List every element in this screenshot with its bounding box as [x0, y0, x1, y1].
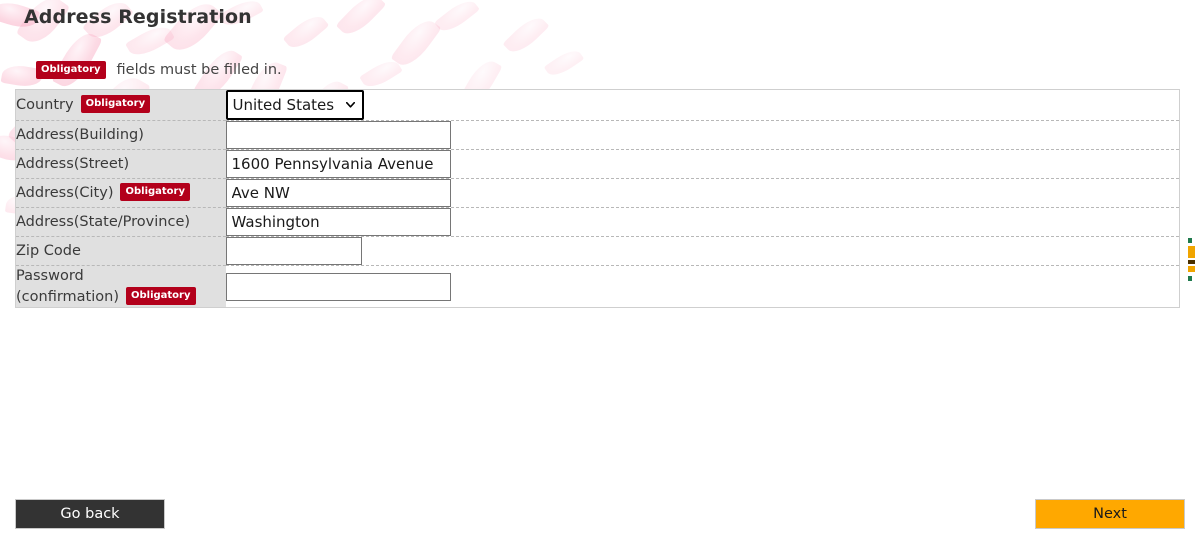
address-state-province-input[interactable]: [225, 208, 451, 236]
label-cell-password-confirmation: Password (confirmation) Obligatory: [15, 264, 226, 308]
select-wrapper-country: United States: [225, 90, 364, 120]
petal-shape: [359, 55, 403, 93]
field-cell-address-state-province: [225, 207, 1180, 237]
form-row: Zip Code: [15, 236, 1180, 266]
address-building-input[interactable]: [225, 121, 451, 149]
field-label: Zip Code: [16, 242, 81, 259]
field-label: Address(State/Province): [16, 213, 191, 230]
label-cell-address-city: Address(City) Obligatory: [15, 178, 226, 208]
petal-shape: [51, 27, 103, 93]
petal-shape: [282, 10, 330, 54]
field-cell-address-street: [225, 149, 1180, 179]
field-label: Country: [16, 96, 74, 113]
address-registration-form: Country Obligatory United States Address(Bu…: [15, 89, 1180, 309]
next-button[interactable]: Next: [1035, 499, 1185, 529]
obligatory-badge: Obligatory: [36, 61, 106, 79]
label-cell-address-building: Address(Building): [15, 120, 226, 150]
petal-shape: [502, 11, 550, 59]
petal-shape: [390, 14, 442, 72]
field-cell-address-building: [225, 120, 1180, 150]
obligatory-notice: Obligatory fields must be filled in.: [36, 61, 282, 79]
clipped-edge-widget[interactable]: [1188, 238, 1195, 282]
obligatory-badge: Obligatory: [120, 182, 191, 201]
field-label: Address(Building): [16, 126, 144, 143]
page-root: Address Registration Obligatory fields m…: [0, 0, 1195, 548]
obligatory-badge: Obligatory: [80, 94, 151, 113]
form-row: Country Obligatory United States: [15, 89, 1180, 121]
field-cell-country: United States: [225, 89, 1180, 121]
password-confirmation-input[interactable]: [225, 272, 451, 301]
form-row: Address(Street): [15, 149, 1180, 179]
field-label: Address(Street): [16, 155, 130, 172]
field-label-line2: (confirmation): [16, 288, 119, 305]
page-title: Address Registration: [24, 6, 252, 28]
field-label: Address(City): [16, 184, 114, 201]
petal-shape: [543, 45, 585, 81]
form-row: Address(City) Obligatory: [15, 178, 1180, 208]
label-cell-address-state-province: Address(State/Province): [15, 207, 226, 237]
field-cell-password-confirmation: [225, 264, 1180, 308]
form-row: Address(Building): [15, 120, 1180, 150]
field-label: Password: [16, 268, 84, 284]
address-street-input[interactable]: [225, 150, 451, 178]
obligatory-badge: Obligatory: [125, 286, 196, 305]
label-cell-address-street: Address(Street): [15, 149, 226, 179]
obligatory-notice-text: fields must be filled in.: [116, 62, 282, 78]
label-cell-country: Country Obligatory: [15, 89, 226, 121]
label-cell-zip-code: Zip Code: [15, 236, 226, 266]
go-back-button[interactable]: Go back: [15, 499, 165, 529]
petal-shape: [434, 0, 480, 37]
country-select[interactable]: United States: [225, 90, 364, 120]
petal-shape: [335, 0, 387, 41]
field-cell-zip-code: [225, 236, 1180, 266]
zip-code-input[interactable]: [225, 237, 362, 265]
form-row: Password (confirmation) Obligatory: [15, 264, 1180, 308]
address-city-input[interactable]: [225, 179, 451, 207]
form-row: Address(State/Province): [15, 207, 1180, 237]
field-cell-address-city: [225, 178, 1180, 208]
